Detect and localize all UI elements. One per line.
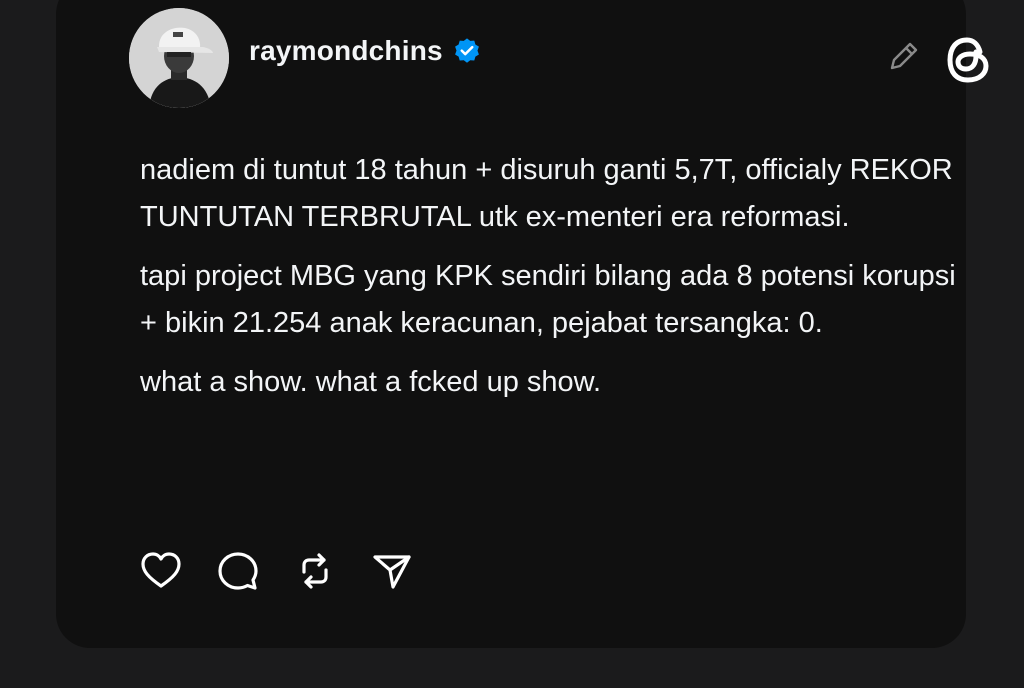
threads-logo-icon[interactable]	[940, 32, 996, 88]
avatar-image	[129, 8, 229, 108]
post-paragraph: tapi project MBG yang KPK sendiri bilang…	[140, 260, 956, 339]
repost-button[interactable]	[290, 546, 340, 596]
like-button[interactable]	[136, 546, 186, 596]
avatar[interactable]	[129, 8, 229, 108]
verified-badge-icon	[454, 38, 479, 63]
heart-icon	[141, 552, 181, 588]
edit-button[interactable]	[884, 36, 924, 76]
reply-button[interactable]	[213, 546, 263, 596]
repost-icon	[302, 553, 328, 589]
post-card: raymondchins nadiem di tuntut 18 tahun +…	[56, 0, 989, 648]
pencil-icon	[890, 42, 918, 70]
username[interactable]: raymondchins	[249, 35, 443, 67]
share-button[interactable]	[367, 546, 417, 596]
post-body: nadiem di tuntut 18 tahun + disuruh gant…	[140, 147, 970, 418]
post-actions	[136, 546, 444, 596]
send-icon	[373, 555, 411, 589]
post-paragraph: nadiem di tuntut 18 tahun + disuruh gant…	[140, 154, 953, 233]
post-header: raymondchins	[249, 34, 481, 68]
post-paragraph: what a show. what a fcked up show.	[140, 366, 602, 398]
comment-icon	[218, 552, 258, 590]
